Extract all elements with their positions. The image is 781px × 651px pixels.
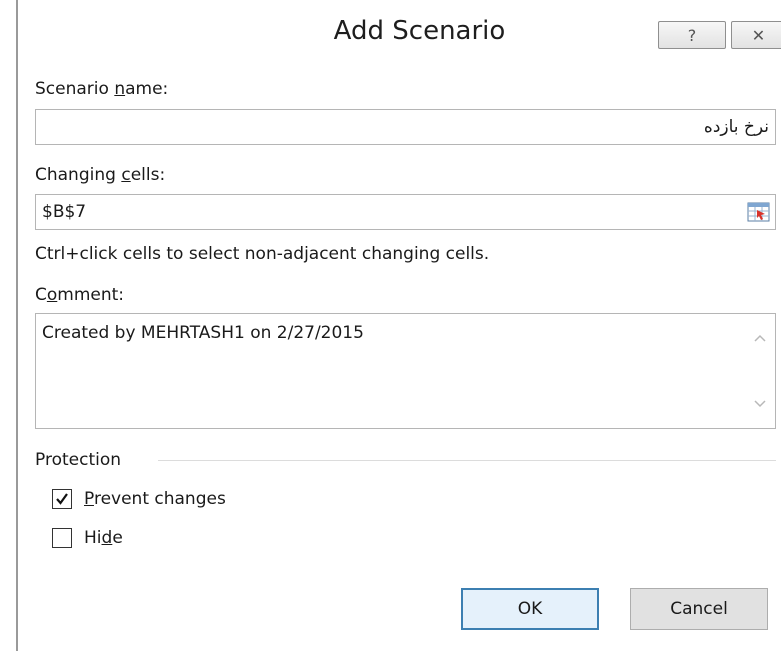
title-bar: Add Scenario ? ✕ [18,0,781,70]
protection-divider [158,460,776,461]
scenario-name-input[interactable]: نرخ بازده [35,109,776,145]
comment-value: Created by MEHRTASH1 on 2/27/2015 [42,323,364,343]
close-icon: ✕ [751,25,766,45]
help-button[interactable]: ? [658,21,726,49]
cancel-button[interactable]: Cancel [630,588,768,630]
protection-group-label: Protection [35,450,122,470]
scenario-name-label: Scenario name: [35,79,169,99]
window-edge [16,0,18,651]
changing-cells-value: $B$7 [42,202,87,222]
add-scenario-dialog: Add Scenario ? ✕ Scenario name: نرخ بازد… [0,0,781,651]
chevron-down-icon[interactable] [753,398,767,410]
ok-button[interactable]: OK [461,588,599,630]
help-icon: ? [687,25,697,45]
close-button[interactable]: ✕ [731,21,781,49]
comment-label: Comment: [35,285,125,305]
changing-cells-input[interactable]: $B$7 [35,194,776,230]
comment-textarea[interactable]: Created by MEHRTASH1 on 2/27/2015 [35,313,776,429]
chevron-up-icon[interactable] [753,332,767,344]
prevent-changes-checkbox[interactable] [52,489,72,509]
range-selector-icon[interactable] [747,201,771,223]
checkmark-icon [56,493,68,505]
changing-cells-hint: Ctrl+click cells to select non-adjacent … [35,244,490,264]
prevent-changes-label[interactable]: Prevent changes [84,489,226,509]
hide-label[interactable]: Hide [84,528,123,548]
hide-checkbox[interactable] [52,528,72,548]
scenario-name-value: نرخ بازده [703,117,769,137]
changing-cells-label: Changing cells: [35,165,166,185]
